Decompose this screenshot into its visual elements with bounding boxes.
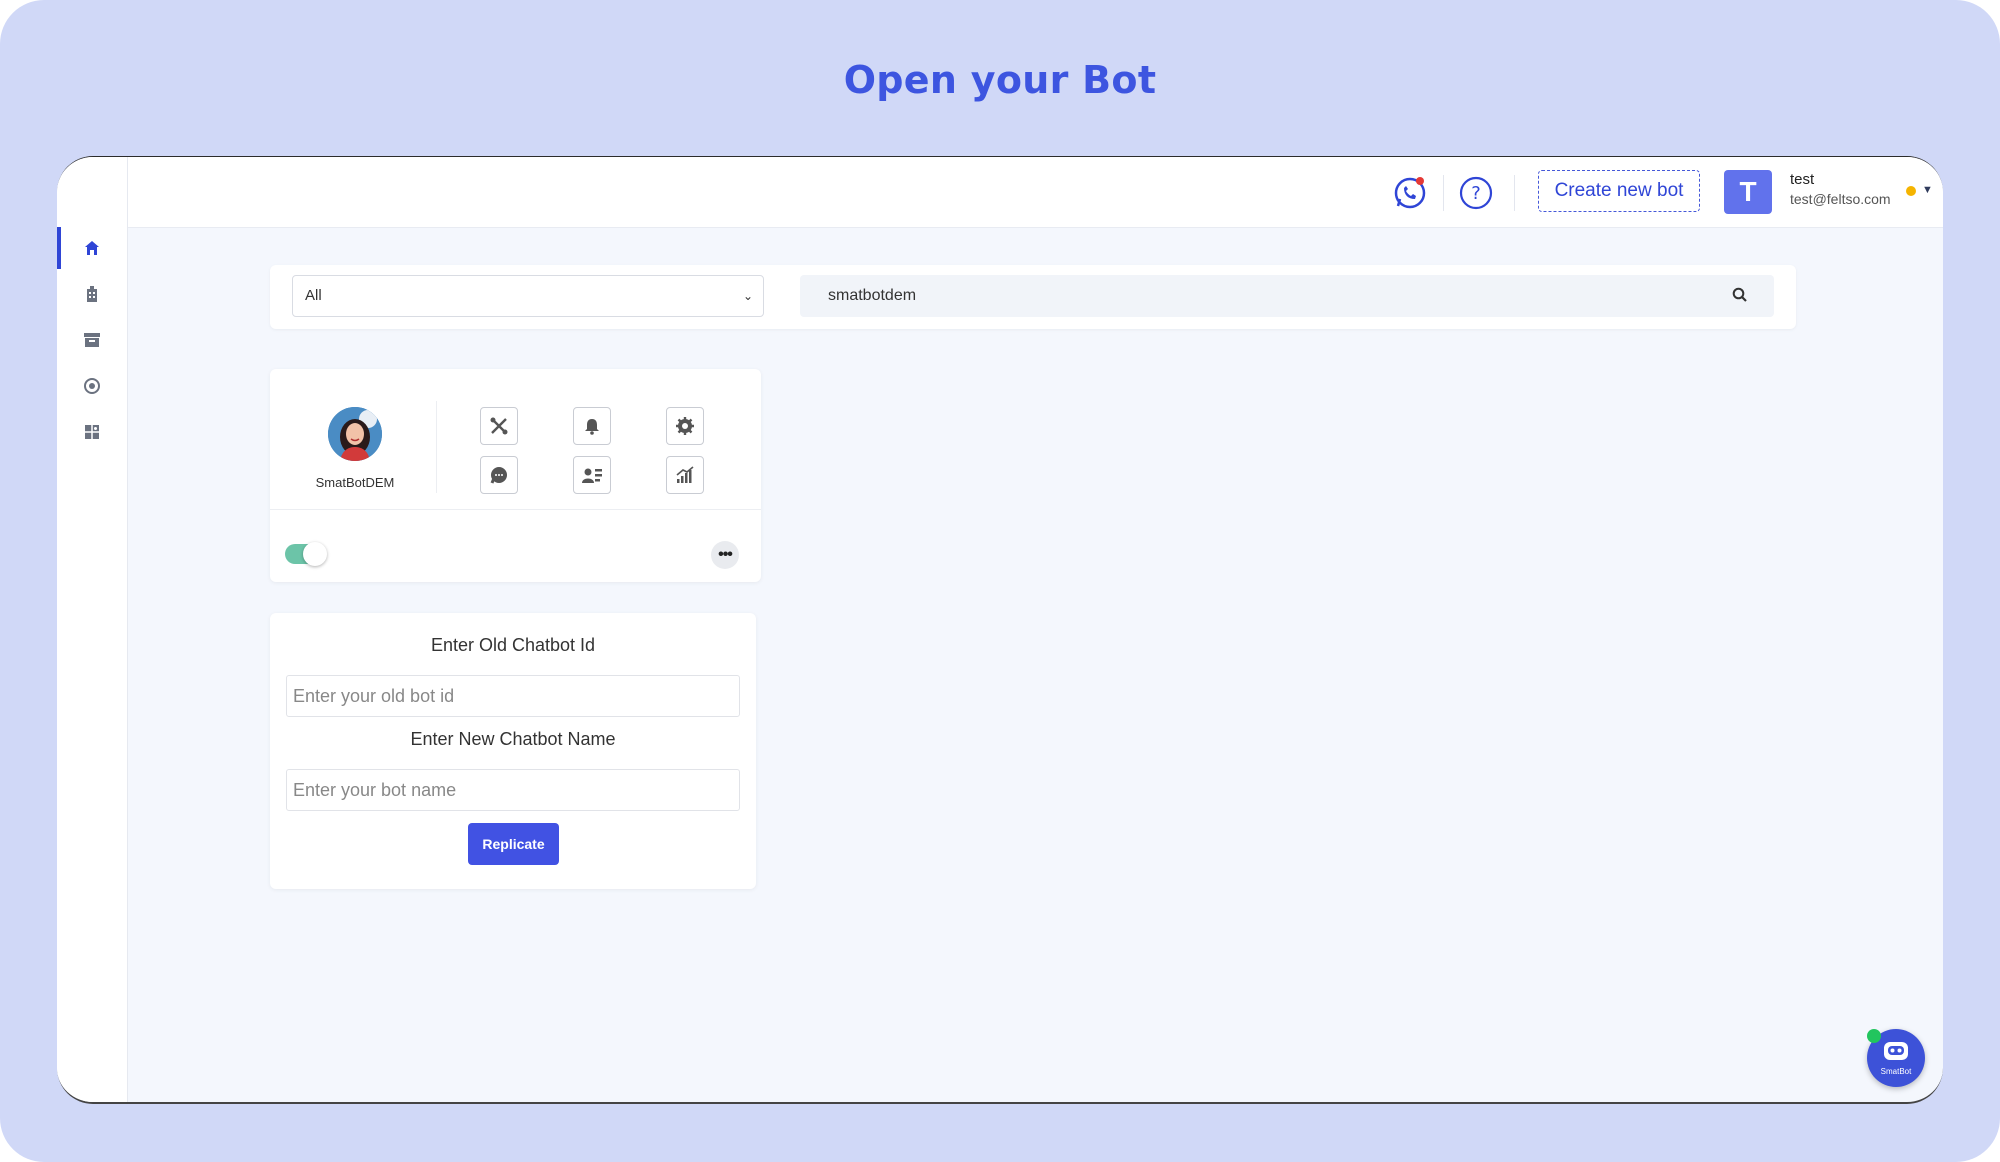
status-dot [1906,186,1916,196]
analytics-icon [676,466,694,483]
svg-text:?: ? [1471,183,1481,204]
replicate-card: Enter Old Chatbot Id Enter New Chatbot N… [270,613,756,889]
sidebar-item-archive[interactable] [57,319,127,361]
settings-button[interactable] [666,407,704,445]
building-icon [87,286,97,302]
users-icon [582,468,602,483]
sidebar-item-home[interactable] [57,227,127,269]
search-icon[interactable] [1732,287,1748,303]
chat-button[interactable] [480,456,518,494]
toggle-knob [303,542,327,566]
bot-enabled-toggle[interactable] [285,542,327,566]
user-name: test [1790,171,1815,188]
old-id-label: Enter Old Chatbot Id [430,635,596,655]
banner-title: Open your Bot [843,58,1157,102]
divider [270,509,761,510]
search-box [800,275,1774,317]
search-input[interactable] [800,275,1756,317]
online-indicator [1867,1029,1881,1043]
whatsapp-button[interactable] [1390,173,1430,213]
old-bot-id-input[interactable] [286,675,740,717]
create-new-bot-button[interactable]: Create new bot [1538,170,1700,212]
integrations-icon [85,425,99,439]
more-options-button[interactable]: ••• [711,541,739,569]
sidebar-item-buildings[interactable] [57,273,127,315]
bot-name: SmatBotDEM [315,475,395,490]
user-email: test@feltso.com [1790,191,1891,207]
help-button[interactable]: ? [1456,173,1496,213]
archive-icon [84,333,100,347]
chat-widget-label: SmatBot [1880,1067,1912,1076]
sidebar-item-integrations[interactable] [57,411,127,453]
top-bar: ? Create new bot T test test@feltso.com … [128,157,1943,228]
users-button[interactable] [573,456,611,494]
chevron-down-icon[interactable]: ▼ [1922,184,1933,196]
bot-filter-select[interactable]: All ⌄ [292,275,764,317]
new-bot-name-input[interactable] [286,769,740,811]
analytics-button[interactable] [666,456,704,494]
more-icon: ••• [718,546,733,563]
new-name-label: Enter New Chatbot Name [410,729,616,749]
filter-panel: All ⌄ [270,265,1796,329]
divider [436,401,437,493]
avatar[interactable]: T [1724,170,1772,214]
bot-card[interactable]: SmatBotDEM ••• [270,369,761,582]
settings-icon [676,417,694,435]
chat-icon [490,467,507,484]
app-window: ? Create new bot T test test@feltso.com … [57,156,1943,1104]
bell-icon [585,419,599,435]
chat-widget-button[interactable]: SmatBot [1867,1029,1925,1087]
help-icon: ? [1459,176,1493,210]
screenshot-frame: Open your Bot ? Create new bot T test te… [0,0,2000,1162]
bot-avatar[interactable] [328,407,382,461]
chevron-down-icon: ⌄ [742,289,753,303]
notifications-button[interactable] [573,407,611,445]
support-icon [84,378,100,394]
sidebar [57,157,128,1102]
replicate-button[interactable]: Replicate [468,823,559,865]
bot-avatar-image [328,407,382,461]
whatsapp-icon [1394,177,1426,209]
select-value: All [305,287,322,304]
tools-icon [490,417,508,435]
divider [1514,175,1515,211]
tools-button[interactable] [480,407,518,445]
robot-icon [1884,1042,1908,1060]
sidebar-item-support[interactable] [57,365,127,407]
home-icon [85,241,99,255]
divider [1443,175,1444,211]
